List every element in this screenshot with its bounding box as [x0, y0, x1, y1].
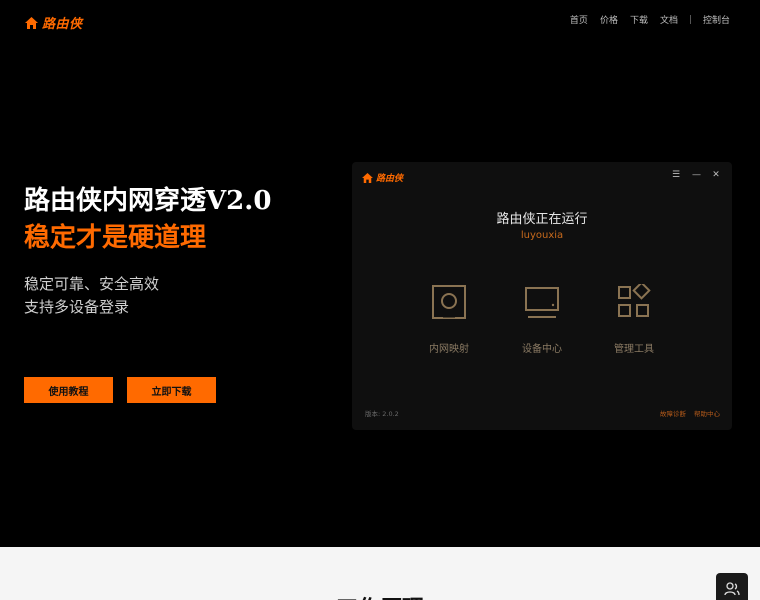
hero-title: 路由侠内网穿透V2.0	[24, 186, 272, 216]
apps-grid-icon	[618, 284, 651, 317]
feature-label: 管理工具	[614, 344, 654, 355]
close-icon[interactable]: ✕	[712, 170, 720, 180]
feature-management-tools[interactable]: 管理工具	[589, 284, 679, 355]
minimize-icon[interactable]: —	[692, 170, 701, 180]
hero-desc-line-2: 支持多设备登录	[24, 298, 130, 316]
app-status-text: 路由侠正在运行	[496, 212, 588, 227]
how-it-works-section: 工作原理	[0, 547, 760, 600]
logo-text: 路由侠	[42, 17, 83, 32]
feature-label: 设备中心	[522, 344, 562, 355]
feature-device-center[interactable]: 设备中心	[497, 284, 587, 355]
hero-desc-line-1: 稳定可靠、安全高效	[24, 275, 160, 293]
menu-icon[interactable]: ☰	[672, 170, 680, 180]
home-icon	[362, 172, 373, 183]
app-logo: 路由侠	[362, 171, 403, 184]
nav-console[interactable]: 控制台	[703, 13, 730, 26]
tutorial-button[interactable]: 使用教程	[24, 377, 113, 403]
nav-docs[interactable]: 文档	[660, 13, 678, 26]
feature-port-mapping[interactable]: 内网映射	[404, 284, 494, 355]
nav-home[interactable]: 首页	[570, 13, 588, 26]
app-username: luyouxia	[520, 230, 564, 241]
nav-divider	[689, 15, 691, 24]
top-navbar: 路由侠 首页 价格 下载 文档 控制台	[0, 0, 760, 40]
site-logo[interactable]: 路由侠	[25, 13, 83, 32]
app-logo-text: 路由侠	[376, 174, 404, 184]
app-window-preview: 路由侠 ☰ — ✕ 路由侠正在运行 luyouxia 内网映射 设备中心 管理工…	[352, 162, 732, 430]
monitor-icon	[525, 287, 559, 318]
help-center-link[interactable]: 帮助中心	[694, 408, 720, 418]
main-nav: 首页 价格 下载 文档 控制台	[558, 13, 730, 26]
port-mapping-icon	[432, 285, 466, 319]
hero-description: 稳定可靠、安全高效 支持多设备登录	[24, 273, 159, 319]
home-icon	[25, 16, 38, 29]
app-footer-links: 故障诊断 帮助中心	[660, 408, 720, 418]
diagnose-link[interactable]: 故障诊断	[660, 408, 686, 418]
customer-service-button[interactable]	[716, 573, 748, 600]
section-title: 工作原理	[0, 591, 760, 600]
download-button[interactable]: 立即下载	[127, 377, 216, 403]
hero-subtitle: 稳定才是硬道理	[24, 223, 207, 253]
nav-pricing[interactable]: 价格	[600, 13, 618, 26]
feature-label: 内网映射	[429, 344, 469, 355]
window-controls: ☰ — ✕	[672, 170, 720, 180]
user-support-icon	[724, 582, 740, 596]
app-version: 版本: 2.0.2	[365, 410, 399, 418]
nav-download[interactable]: 下载	[630, 13, 648, 26]
